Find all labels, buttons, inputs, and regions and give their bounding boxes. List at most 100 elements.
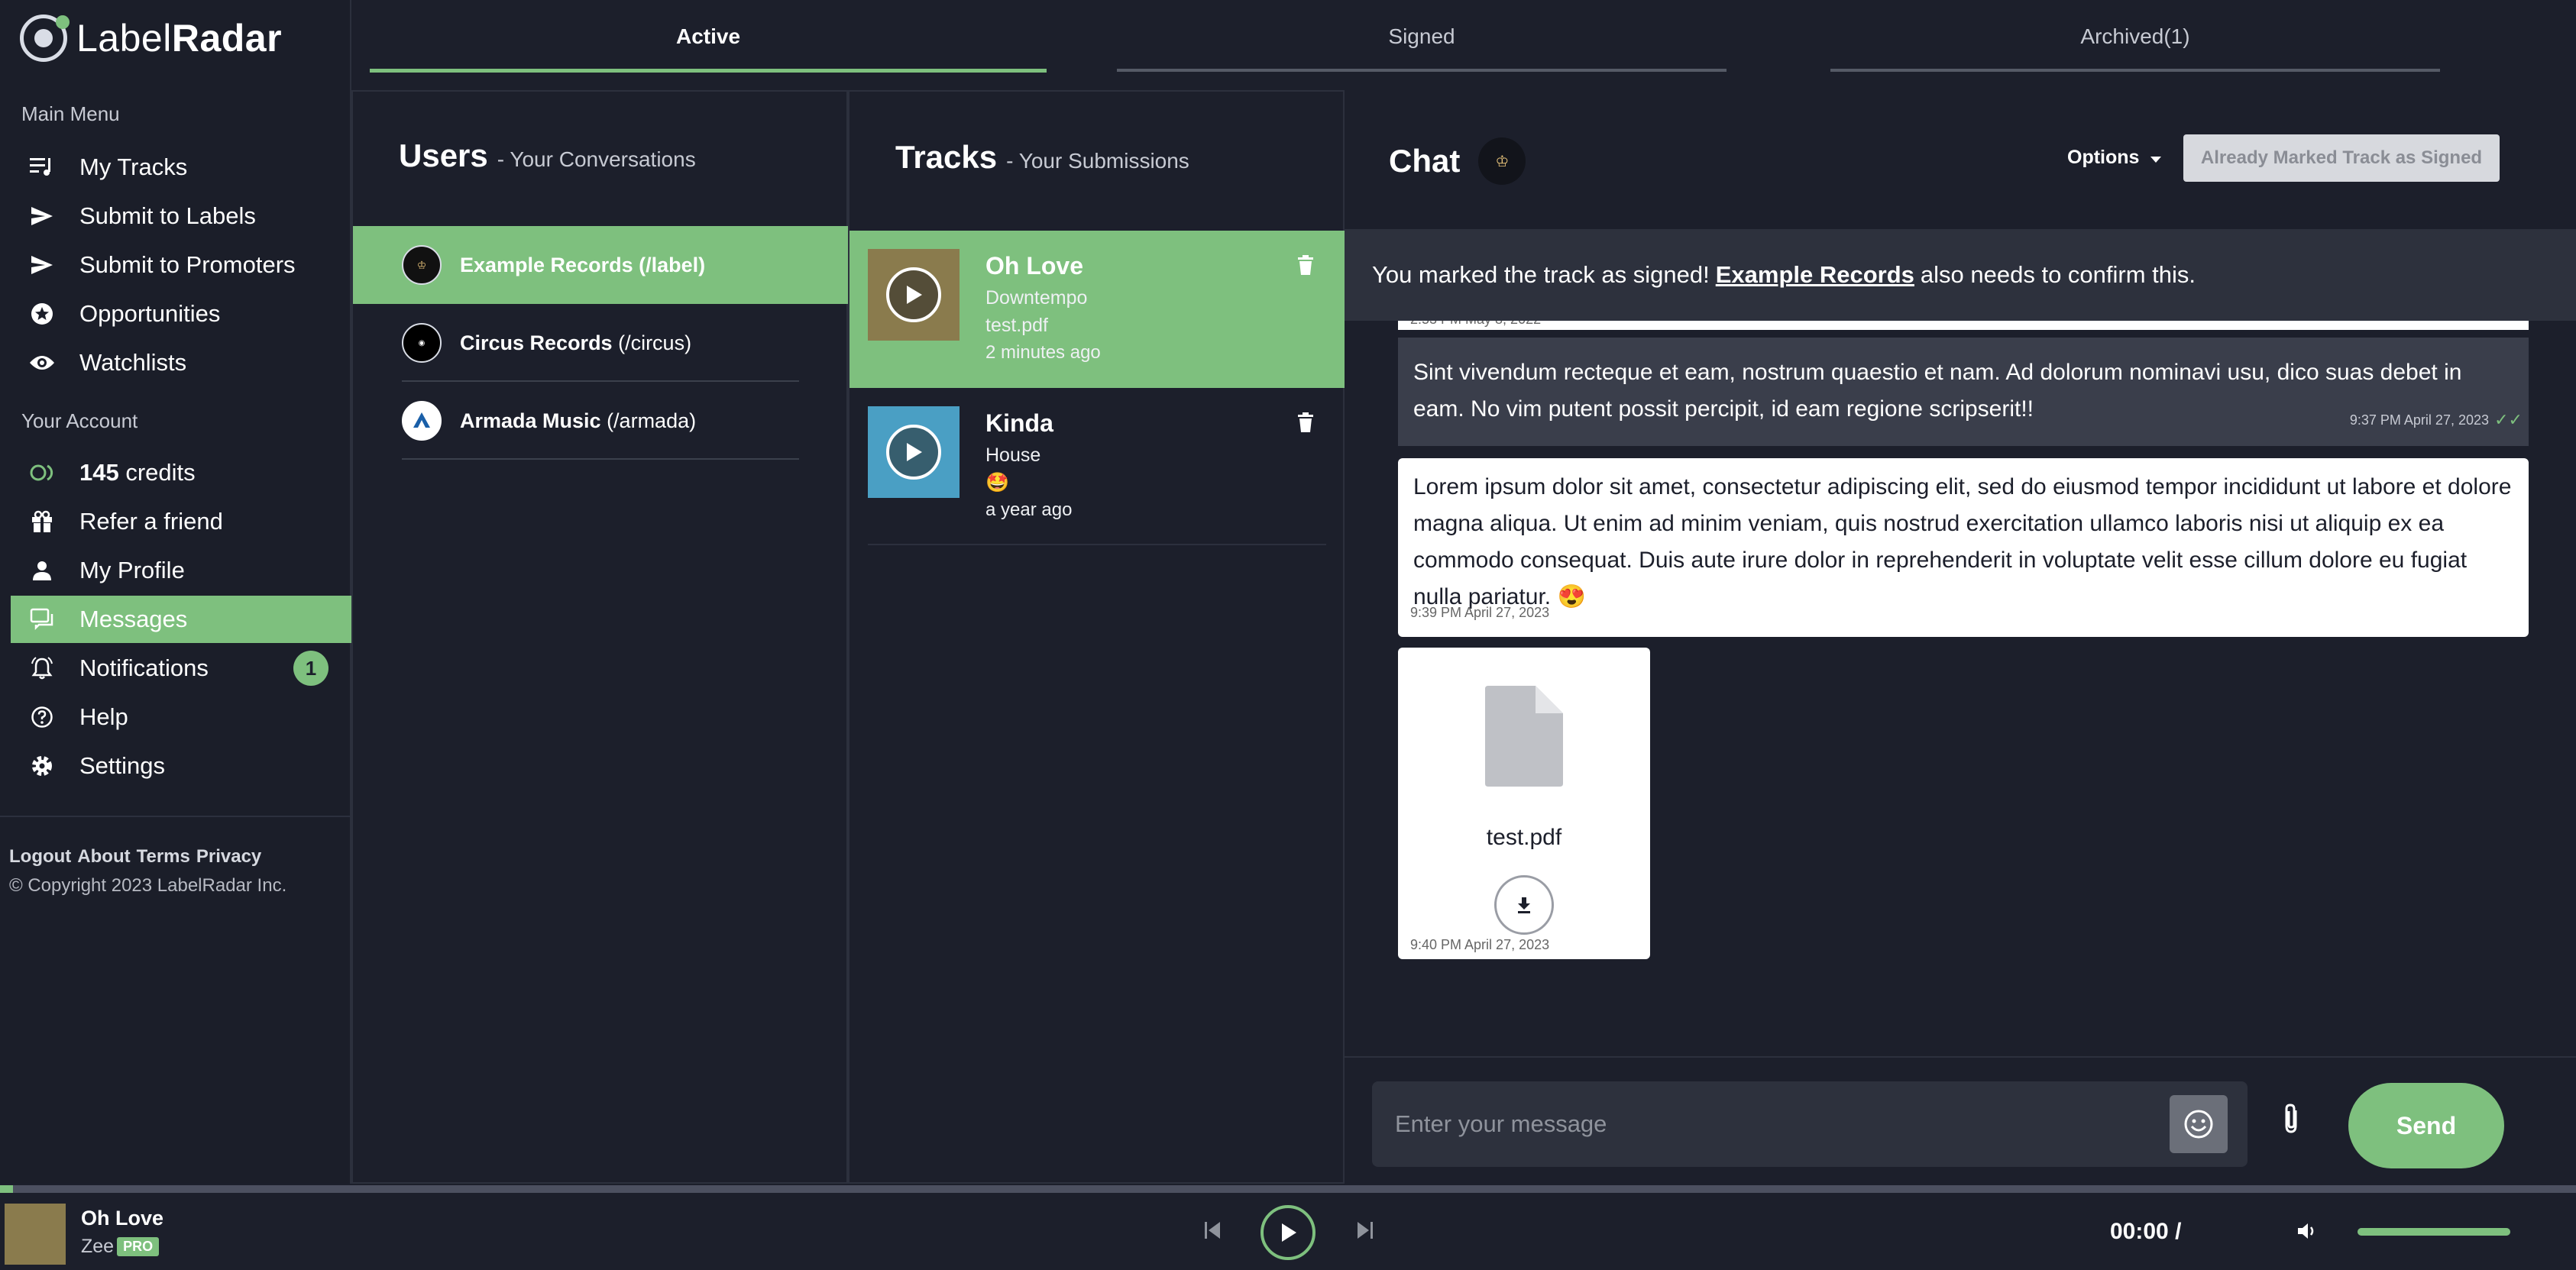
chat-icon	[28, 605, 57, 634]
notification-badge: 1	[293, 651, 328, 686]
caret-down-icon	[2150, 147, 2162, 169]
audio-player: Oh Love Zee PRO 00:00 /	[0, 1193, 2576, 1270]
tracks-panel: Tracks - Your Submissions Oh Love Downte…	[848, 90, 1345, 1184]
paperclip-icon[interactable]	[2281, 1103, 2301, 1139]
help-icon	[28, 703, 57, 732]
sidebar-item-label: My Profile	[79, 557, 185, 583]
sidebar-item-notifications[interactable]: Notifications 1	[11, 645, 351, 692]
track-row-kinda[interactable]: Kinda House 🤩 a year ago	[849, 388, 1345, 545]
track-emoji: 🤩	[985, 472, 1010, 493]
sidebar-item-opportunities[interactable]: Opportunities	[11, 290, 351, 338]
play-button[interactable]	[1260, 1205, 1316, 1260]
message-input[interactable]	[1395, 1081, 2144, 1167]
track-genre: Downtempo	[985, 287, 1088, 309]
message-text: Lorem ipsum dolor sit amet, consectetur …	[1413, 474, 2512, 609]
tab-archived-underline	[1830, 69, 2440, 72]
person-icon	[28, 556, 57, 585]
about-link[interactable]: About	[77, 846, 130, 868]
playlist-icon	[28, 153, 57, 182]
sidebar-item-profile[interactable]: My Profile	[11, 547, 351, 594]
message-input-box	[1372, 1081, 2248, 1167]
composer-divider	[1345, 1056, 2576, 1058]
copyright: © Copyright 2023 LabelRadar Inc.	[9, 875, 287, 896]
trash-icon[interactable]	[1297, 255, 1314, 279]
notice-link[interactable]: Example Records	[1716, 261, 1914, 289]
play-icon[interactable]	[886, 425, 941, 480]
track-cover	[868, 406, 960, 498]
tab-signed[interactable]: Signed	[1117, 0, 1727, 73]
sidebar-item-my-tracks[interactable]: My Tracks	[11, 144, 351, 191]
volume-slider[interactable]	[2358, 1228, 2510, 1236]
track-file: test.pdf	[985, 315, 1048, 336]
users-panel: Users - Your Conversations ♔ Example Rec…	[351, 90, 848, 1184]
message-timestamp: 9:40 PM April 27, 2023	[1410, 937, 1550, 952]
download-icon[interactable]	[1494, 875, 1554, 935]
sidebar-item-submit-labels[interactable]: Submit to Labels	[11, 192, 351, 240]
sidebar-item-refer[interactable]: Refer a friend	[11, 498, 351, 545]
credits-icon	[28, 458, 57, 487]
users-header: Users - Your Conversations	[399, 137, 696, 174]
play-icon[interactable]	[886, 267, 941, 322]
tracks-title: Tracks	[895, 139, 998, 175]
pro-badge: PRO	[117, 1237, 160, 1256]
logo-text: LabelRadar	[76, 17, 283, 60]
tab-archived[interactable]: Archived(1)	[1830, 0, 2440, 73]
sidebar-item-settings[interactable]: Settings	[11, 742, 351, 790]
gear-icon	[28, 751, 57, 780]
message-attachment: test.pdf 9:40 PM April 27, 2023	[1398, 648, 1650, 959]
sidebar-item-credits[interactable]: 145 credits	[11, 449, 351, 496]
chat-avatar: ♔	[1478, 137, 1526, 185]
emoji-icon[interactable]	[2170, 1095, 2228, 1153]
user-row-armada-music[interactable]: Armada Music (/armada)	[353, 382, 848, 460]
skip-previous-icon[interactable]	[1204, 1220, 1221, 1244]
chat-title: Chat	[1389, 143, 1461, 179]
user-label: Armada Music (/armada)	[460, 409, 697, 432]
send-button[interactable]: Send	[2348, 1083, 2504, 1168]
track-title: Oh Love	[985, 252, 1084, 280]
signed-notice: You marked the track as signed! Example …	[1345, 229, 2576, 321]
sidebar-item-label: Messages	[79, 606, 188, 632]
logout-link[interactable]: Logout	[9, 846, 71, 868]
options-dropdown[interactable]: Options	[2067, 147, 2162, 169]
privacy-link[interactable]: Privacy	[196, 846, 261, 868]
sidebar-item-watchlists[interactable]: Watchlists	[11, 339, 351, 386]
chat-header: Chat ♔	[1389, 137, 1526, 185]
message-list[interactable]: 2:53 PM May 8, 2022 Sint vivendum recteq…	[1345, 312, 2576, 1045]
logo[interactable]: LabelRadar	[20, 11, 282, 66]
bell-icon	[28, 654, 57, 683]
user-row-example-records[interactable]: ♔ Example Records (/label)	[353, 226, 848, 304]
eye-icon	[28, 348, 57, 377]
sidebar-item-label: Submit to Promoters	[79, 251, 296, 278]
avatar: ◉	[402, 323, 442, 363]
sidebar-item-help[interactable]: Help	[11, 693, 351, 741]
read-check-icon: ✓✓	[2494, 410, 2523, 429]
track-title: Kinda	[985, 409, 1053, 437]
skip-next-icon[interactable]	[1357, 1220, 1374, 1244]
sidebar-item-messages[interactable]: Messages	[11, 596, 351, 643]
user-row-circus-records[interactable]: ◉ Circus Records (/circus)	[353, 304, 848, 382]
already-signed-button[interactable]: Already Marked Track as Signed	[2183, 134, 2500, 182]
app-root: LabelRadar Main Menu My Tracks Submit to…	[0, 0, 2576, 1270]
send-icon	[28, 250, 57, 280]
tracks-header: Tracks - Your Submissions	[895, 139, 1189, 176]
star-icon	[28, 299, 57, 328]
track-time: a year ago	[985, 499, 1073, 520]
message-outgoing: Sint vivendum recteque et eam, nostrum q…	[1398, 338, 2529, 446]
player-cover	[5, 1204, 66, 1265]
avatar: ♔	[402, 245, 442, 285]
track-time: 2 minutes ago	[985, 342, 1101, 363]
sidebar-item-label: Settings	[79, 752, 166, 779]
player-artist: Zee PRO	[81, 1236, 160, 1258]
player-progress-bar[interactable]	[0, 1185, 2576, 1193]
sidebar-divider	[0, 816, 351, 817]
trash-icon[interactable]	[1297, 412, 1314, 436]
sidebar: LabelRadar Main Menu My Tracks Submit to…	[0, 0, 351, 1184]
attachment-filename: test.pdf	[1486, 825, 1562, 850]
track-row-oh-love[interactable]: Oh Love Downtempo test.pdf 2 minutes ago	[849, 231, 1345, 388]
volume-icon[interactable]	[2296, 1222, 2316, 1244]
player-progress-fill	[0, 1185, 13, 1193]
terms-link[interactable]: Terms	[137, 846, 190, 868]
tab-active[interactable]: Active	[370, 0, 1047, 73]
player-title: Oh Love	[81, 1207, 164, 1230]
sidebar-item-submit-promoters[interactable]: Submit to Promoters	[11, 241, 351, 289]
